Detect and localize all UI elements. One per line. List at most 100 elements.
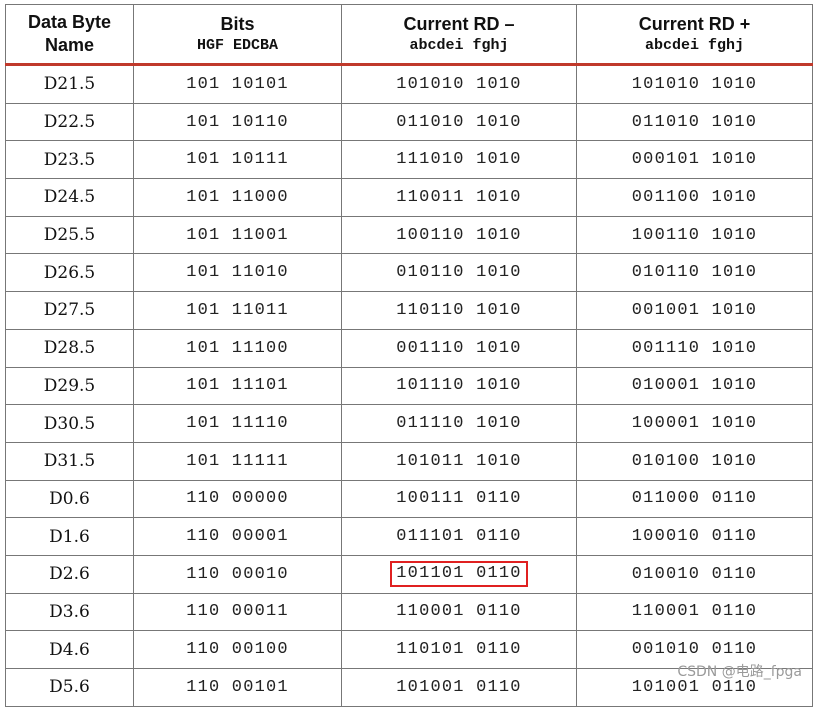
cell-bits: 101 11110 <box>133 404 342 443</box>
cell-value: 100110 1010 <box>631 225 758 245</box>
cell-value: 101 11100 <box>186 338 289 358</box>
encoding-table-container: Data Byte Name Bits HGF EDCBA Current RD… <box>5 4 813 707</box>
cell-value: 010010 0110 <box>631 564 758 584</box>
header-label: Current RD – <box>403 13 515 34</box>
table-row: D30.5 101 11110 011110 1010 100001 1010 <box>5 404 813 443</box>
cell-bits: 101 10111 <box>133 140 342 180</box>
cell-current-rd-minus: 101110 1010 <box>341 366 577 406</box>
cell-value: D3.6 <box>49 601 90 622</box>
cell-current-rd-minus: 101101 0110 <box>341 554 577 594</box>
cell-bits: 101 11001 <box>133 215 342 255</box>
cell-current-rd-plus: 010110 1010 <box>576 253 813 293</box>
cell-value: 110 00000 <box>186 489 289 509</box>
table-row: D22.5 101 10110 011010 1010 011010 1010 <box>5 102 813 142</box>
cell-bits: 101 11000 <box>133 178 342 217</box>
cell-value: 101110 1010 <box>396 376 522 396</box>
cell-current-rd-minus: 110001 0110 <box>341 592 577 632</box>
cell-value: 101 11010 <box>186 263 289 283</box>
cell-value: 011110 1010 <box>396 414 522 434</box>
cell-value: 011101 0110 <box>396 527 522 547</box>
cell-current-rd-plus: 001001 1010 <box>576 291 813 330</box>
cell-data-byte-name: D25.5 <box>5 215 134 255</box>
cell-current-rd-plus: 101010 1010 <box>576 64 813 104</box>
cell-current-rd-minus: 110101 0110 <box>341 630 577 669</box>
cell-value: D2.6 <box>49 564 90 585</box>
cell-value: 101010 1010 <box>631 74 758 94</box>
table-row: D3.6 110 00011 110001 0110 110001 0110 <box>5 592 813 632</box>
cell-bits: 110 00101 <box>133 668 342 707</box>
cell-current-rd-minus: 101011 1010 <box>341 441 577 481</box>
cell-data-byte-name: D1.6 <box>5 517 134 556</box>
cell-current-rd-plus: 100110 1010 <box>576 215 813 255</box>
cell-value: D1.6 <box>49 526 90 547</box>
table-header: Data Byte Name Bits HGF EDCBA Current RD… <box>5 4 813 66</box>
cell-value: 001100 1010 <box>631 187 758 207</box>
table-row: D26.5 101 11010 010110 1010 010110 1010 <box>5 253 813 293</box>
cell-value: 101 10111 <box>186 150 289 170</box>
cell-bits: 110 00100 <box>133 630 342 669</box>
cell-value: 110 00010 <box>186 564 289 584</box>
cell-current-rd-minus: 011110 1010 <box>341 404 577 443</box>
cell-value: 010001 1010 <box>631 376 758 396</box>
cell-data-byte-name: D2.6 <box>5 554 134 594</box>
cell-bits: 101 11100 <box>133 328 342 368</box>
cell-data-byte-name: D21.5 <box>5 64 134 104</box>
cell-current-rd-plus: 100001 1010 <box>576 404 813 443</box>
cell-bits: 101 11111 <box>133 441 342 481</box>
cell-value: 110 00011 <box>186 602 289 622</box>
cell-current-rd-minus: 101001 0110 <box>341 668 577 707</box>
cell-value: 101 11111 <box>186 451 289 471</box>
table-row: D28.5 101 11100 001110 1010 001110 1010 <box>5 328 813 368</box>
cell-value: D29.5 <box>43 375 96 396</box>
cell-value: 101011 1010 <box>396 451 522 471</box>
cell-bits: 110 00011 <box>133 592 342 632</box>
cell-bits: 101 11011 <box>133 291 342 330</box>
cell-value: 110110 1010 <box>396 300 522 320</box>
cell-value: D22.5 <box>43 112 96 133</box>
cell-value: D21.5 <box>43 74 96 95</box>
cell-bits: 101 11101 <box>133 366 342 406</box>
cell-value: 101 11101 <box>186 376 289 396</box>
cell-value: 100010 0110 <box>631 527 758 547</box>
cell-current-rd-minus: 100110 1010 <box>341 215 577 255</box>
cell-bits: 101 11010 <box>133 253 342 293</box>
cell-value: 101 11011 <box>186 300 289 320</box>
cell-value: D27.5 <box>43 300 96 321</box>
header-label: Data Byte <box>27 12 112 32</box>
cell-data-byte-name: D22.5 <box>5 102 134 142</box>
table-row: D1.6 110 00001 011101 0110 100010 0110 <box>5 517 813 556</box>
cell-value: 110101 0110 <box>396 640 522 660</box>
cell-value: D5.6 <box>49 677 90 698</box>
cell-value: 110011 1010 <box>396 187 522 207</box>
cell-data-byte-name: D31.5 <box>5 441 134 481</box>
cell-bits: 110 00001 <box>133 517 342 556</box>
cell-value: 110 00001 <box>186 527 289 547</box>
table-row: D0.6 110 00000 100111 0110 011000 0110 <box>5 479 813 519</box>
table-row: D21.5 101 10101 101010 1010 101010 1010 <box>5 64 813 104</box>
cell-bits: 110 00010 <box>133 554 342 594</box>
cell-bits: 101 10110 <box>133 102 342 142</box>
cell-value: D26.5 <box>43 262 96 283</box>
cell-value: 110001 0110 <box>631 602 758 622</box>
table-row: D24.5 101 11000 110011 1010 001100 1010 <box>5 178 813 217</box>
cell-value: 011010 1010 <box>631 112 758 132</box>
8b10b-encoding-table: Data Byte Name Bits HGF EDCBA Current RD… <box>5 4 813 707</box>
cell-current-rd-minus: 010110 1010 <box>341 253 577 293</box>
cell-data-byte-name: D27.5 <box>5 291 134 330</box>
header-data-byte-name: Data Byte Name <box>5 4 134 66</box>
cell-value: D0.6 <box>49 488 90 509</box>
header-sublabel: HGF EDCBA <box>196 36 278 54</box>
cell-value: D31.5 <box>43 451 96 472</box>
cell-value: 101 11001 <box>186 225 289 245</box>
cell-value: 001110 1010 <box>631 338 758 358</box>
cell-current-rd-plus: 011010 1010 <box>576 102 813 142</box>
cell-current-rd-minus: 011101 0110 <box>341 517 577 556</box>
cell-data-byte-name: D24.5 <box>5 178 134 217</box>
header-row: Data Byte Name Bits HGF EDCBA Current RD… <box>5 4 813 66</box>
cell-bits: 110 00000 <box>133 479 342 519</box>
cell-data-byte-name: D23.5 <box>5 140 134 180</box>
cell-value: 010110 1010 <box>631 263 758 283</box>
cell-current-rd-plus: 001100 1010 <box>576 178 813 217</box>
cell-value: 001010 0110 <box>631 640 758 660</box>
header-sublabel: abcdei fghj <box>409 36 509 54</box>
